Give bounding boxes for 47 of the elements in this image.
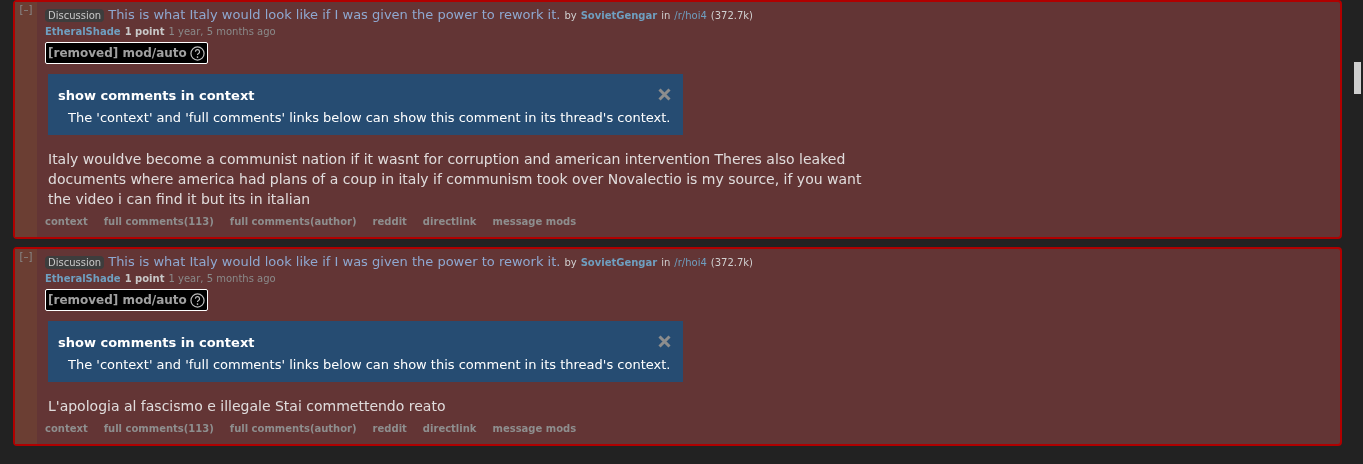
comment-link[interactable]: full comments(author): [229, 421, 357, 436]
collapse-toggle[interactable]: [–]: [19, 252, 33, 444]
by-label: by: [564, 9, 577, 23]
info-title: show comments in context: [58, 334, 255, 352]
info-text: The 'context' and 'full comments' links below can show this comment in its thread's context.: [67, 108, 672, 127]
subreddit-link[interactable]: /r/hoi4: [674, 7, 707, 25]
post-author-link[interactable]: SovietGengar: [580, 254, 658, 272]
comment-link[interactable]: full comments(113): [103, 214, 214, 229]
in-label: in: [661, 256, 671, 270]
subreddit-link[interactable]: /r/hoi4: [674, 254, 707, 272]
flair-tag: Discussion: [45, 256, 105, 269]
comment-link[interactable]: reddit: [372, 214, 407, 229]
comment-body: Italy wouldve become a communist nation if it wasnt for corruption and american intervention Theres also leaked documents where america had plans of a coup in italy if communism took over Novalectio is my source, if you want the video i can find it but its in italian: [48, 150, 863, 209]
comment-link[interactable]: context: [45, 214, 88, 229]
timestamp: 1 year, 5 months ago: [168, 25, 276, 39]
subscriber-count: (372.7k): [710, 256, 753, 270]
help-icon[interactable]: [189, 45, 205, 61]
scrollbar-thumb[interactable]: [1354, 62, 1361, 94]
comment-link[interactable]: message mods: [492, 421, 577, 436]
post-author-link[interactable]: SovietGengar: [580, 7, 658, 25]
timestamp: 1 year, 5 months ago: [168, 272, 276, 286]
collapse-toggle[interactable]: [–]: [19, 5, 33, 237]
score: 1 point: [124, 272, 165, 286]
by-label: by: [564, 256, 577, 270]
comment-link[interactable]: reddit: [372, 421, 407, 436]
removed-label: [removed] mod/auto: [48, 45, 187, 62]
comment-link[interactable]: message mods: [492, 214, 577, 229]
subscriber-count: (372.7k): [710, 9, 753, 23]
comment-link[interactable]: directlink: [422, 421, 477, 436]
comment-link[interactable]: full comments(113): [103, 421, 214, 436]
post-title[interactable]: This is what Italy would look like if I was given the power to rework it.: [108, 6, 561, 24]
comment-author-link[interactable]: EtheralShade: [45, 272, 121, 286]
post-title[interactable]: This is what Italy would look like if I was given the power to rework it.: [108, 253, 561, 271]
info-title: show comments in context: [58, 87, 255, 105]
comment-link[interactable]: directlink: [422, 214, 477, 229]
removed-label: [removed] mod/auto: [48, 292, 187, 309]
comment-author-link[interactable]: EtheralShade: [45, 25, 121, 39]
help-icon[interactable]: [189, 292, 205, 308]
in-label: in: [661, 9, 671, 23]
comment-link[interactable]: full comments(author): [229, 214, 357, 229]
close-icon[interactable]: [658, 335, 671, 348]
comment-body: L'apologia al fascismo e illegale Stai commettendo reato: [48, 397, 447, 416]
close-icon[interactable]: [658, 88, 671, 101]
info-text: The 'context' and 'full comments' links below can show this comment in its thread's context.: [67, 355, 672, 374]
flair-tag: Discussion: [45, 9, 105, 22]
score: 1 point: [124, 25, 165, 39]
comment-link[interactable]: context: [45, 421, 88, 436]
